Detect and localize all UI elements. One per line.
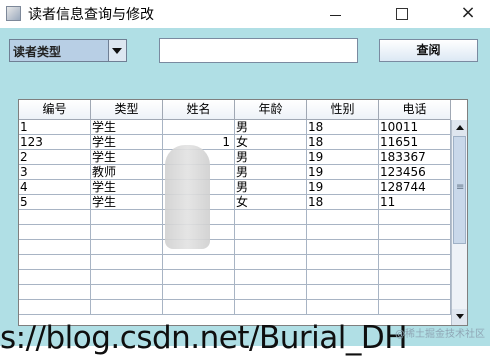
empty-cell xyxy=(91,270,163,285)
empty-cell xyxy=(235,270,307,285)
vertical-scrollbar[interactable] xyxy=(451,120,467,325)
column-header-type[interactable]: 类型 xyxy=(91,100,163,120)
maximize-icon xyxy=(396,8,408,20)
reader-table[interactable]: 编号 类型 姓名 年龄 性别 电话 1 学生 男 18 10011 123 学生… xyxy=(18,99,468,326)
cell-age: 18 xyxy=(307,120,379,135)
cell-id: 1 xyxy=(19,120,91,135)
cell-name xyxy=(163,120,235,135)
main-panel: 读者类型 查阅 编号 类型 姓名 年龄 性别 电话 1 学生 男 18 1001… xyxy=(0,28,490,356)
cell-age: 18 xyxy=(307,195,379,210)
empty-cell xyxy=(163,285,235,300)
empty-cell xyxy=(91,210,163,225)
empty-cell xyxy=(307,270,379,285)
minimize-icon xyxy=(329,15,341,16)
empty-cell xyxy=(91,300,163,315)
empty-cell xyxy=(19,285,91,300)
cell-gender: 男 xyxy=(235,120,307,135)
blurred-name-mask xyxy=(165,145,210,249)
cell-age: 19 xyxy=(307,180,379,195)
minimize-button[interactable] xyxy=(313,0,357,28)
empty-cell xyxy=(19,270,91,285)
empty-cell xyxy=(379,285,451,300)
empty-cell xyxy=(91,255,163,270)
empty-cell xyxy=(379,300,451,315)
empty-cell xyxy=(19,225,91,240)
cell-type: 学生 xyxy=(91,135,163,150)
watermark-source: @稀土掘金技术社区 xyxy=(395,329,485,340)
empty-cell xyxy=(379,270,451,285)
scroll-up-arrow-icon[interactable] xyxy=(452,120,467,136)
cell-age: 18 xyxy=(307,135,379,150)
query-button[interactable]: 查阅 xyxy=(379,39,478,62)
empty-cell xyxy=(379,210,451,225)
empty-cell xyxy=(163,270,235,285)
cell-age: 19 xyxy=(307,150,379,165)
empty-cell xyxy=(235,225,307,240)
cell-phone: 123456 xyxy=(379,165,451,180)
empty-cell xyxy=(307,210,379,225)
cell-type: 学生 xyxy=(91,195,163,210)
cell-id: 5 xyxy=(19,195,91,210)
cell-id: 123 xyxy=(19,135,91,150)
empty-cell xyxy=(163,255,235,270)
close-button[interactable]: × xyxy=(446,0,490,28)
chevron-down-icon[interactable] xyxy=(108,40,126,61)
empty-cell xyxy=(19,210,91,225)
cell-gender: 男 xyxy=(235,165,307,180)
empty-cell xyxy=(235,210,307,225)
cell-id: 4 xyxy=(19,180,91,195)
cell-phone: 10011 xyxy=(379,120,451,135)
empty-cell xyxy=(307,285,379,300)
window-title: 读者信息查询与修改 xyxy=(28,7,154,23)
empty-cell xyxy=(307,225,379,240)
cell-phone: 128744 xyxy=(379,180,451,195)
cell-type: 学生 xyxy=(91,120,163,135)
cell-gender: 男 xyxy=(235,180,307,195)
empty-cell xyxy=(235,255,307,270)
cell-type: 学生 xyxy=(91,180,163,195)
empty-cell xyxy=(307,300,379,315)
dropdown-selected-value: 读者类型 xyxy=(13,45,62,59)
reader-type-dropdown[interactable]: 读者类型 xyxy=(9,39,127,62)
cell-phone: 11 xyxy=(379,195,451,210)
app-icon xyxy=(6,6,21,21)
cell-age: 19 xyxy=(307,165,379,180)
empty-cell xyxy=(91,285,163,300)
empty-cell xyxy=(19,240,91,255)
scroll-thumb[interactable] xyxy=(453,136,466,244)
column-header-phone[interactable]: 电话 xyxy=(379,100,451,120)
empty-cell xyxy=(379,225,451,240)
scroll-down-arrow-icon[interactable] xyxy=(452,309,467,325)
empty-cell xyxy=(19,255,91,270)
cell-gender: 男 xyxy=(235,150,307,165)
cell-phone: 11651 xyxy=(379,135,451,150)
empty-cell xyxy=(235,300,307,315)
empty-cell xyxy=(379,255,451,270)
title-bar: 读者信息查询与修改 × xyxy=(0,0,490,28)
empty-cell xyxy=(91,225,163,240)
cell-gender: 女 xyxy=(235,135,307,150)
empty-cell xyxy=(163,300,235,315)
column-header-name[interactable]: 姓名 xyxy=(163,100,235,120)
cell-phone: 183367 xyxy=(379,150,451,165)
empty-cell xyxy=(307,255,379,270)
close-icon: × xyxy=(460,2,476,23)
cell-id: 2 xyxy=(19,150,91,165)
empty-cell xyxy=(307,240,379,255)
empty-cell xyxy=(91,240,163,255)
watermark-url: s://blog.csdn.net/Burial_DH xyxy=(0,320,408,356)
column-header-age[interactable]: 年龄 xyxy=(235,100,307,120)
empty-cell xyxy=(235,240,307,255)
empty-cell xyxy=(235,285,307,300)
empty-cell xyxy=(379,240,451,255)
cell-id: 3 xyxy=(19,165,91,180)
column-header-id[interactable]: 编号 xyxy=(19,100,91,120)
column-header-gender[interactable]: 性别 xyxy=(307,100,379,120)
maximize-button[interactable] xyxy=(380,0,424,28)
cell-type: 教师 xyxy=(91,165,163,180)
cell-type: 学生 xyxy=(91,150,163,165)
cell-gender: 女 xyxy=(235,195,307,210)
search-input[interactable] xyxy=(159,38,358,63)
empty-cell xyxy=(19,300,91,315)
